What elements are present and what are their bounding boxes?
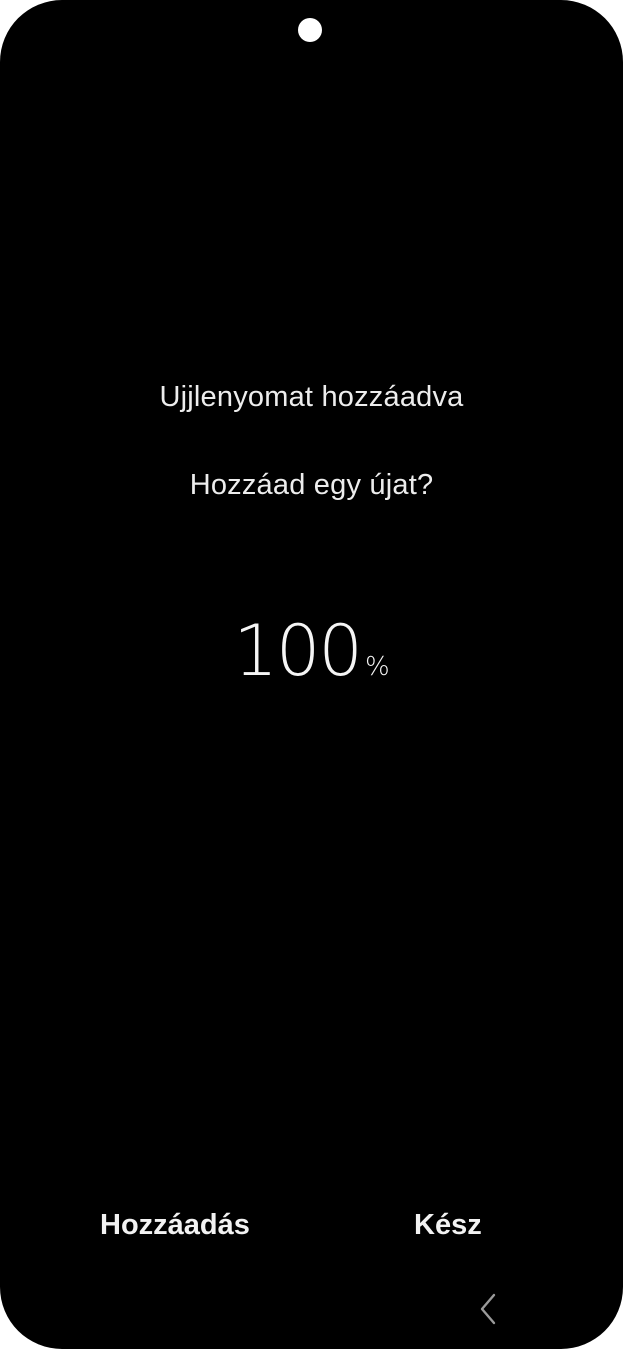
done-button[interactable]: Kész [414,1205,482,1245]
back-button[interactable] [470,1287,506,1331]
progress-readout: 100% [0,606,623,696]
prompt-text: Hozzáad egy újat? [189,469,434,501]
add-button[interactable]: Hozzáadás [100,1205,250,1245]
front-camera [298,18,322,42]
chevron-left-icon [480,1293,496,1325]
phone-screen: Ujjlenyomat hozzáadva Hozzáad egy újat? … [0,0,623,1349]
progress-value: 100 [233,610,363,692]
page-title: Ujjlenyomat hozzáadva [159,381,464,413]
progress-unit: % [364,652,390,682]
